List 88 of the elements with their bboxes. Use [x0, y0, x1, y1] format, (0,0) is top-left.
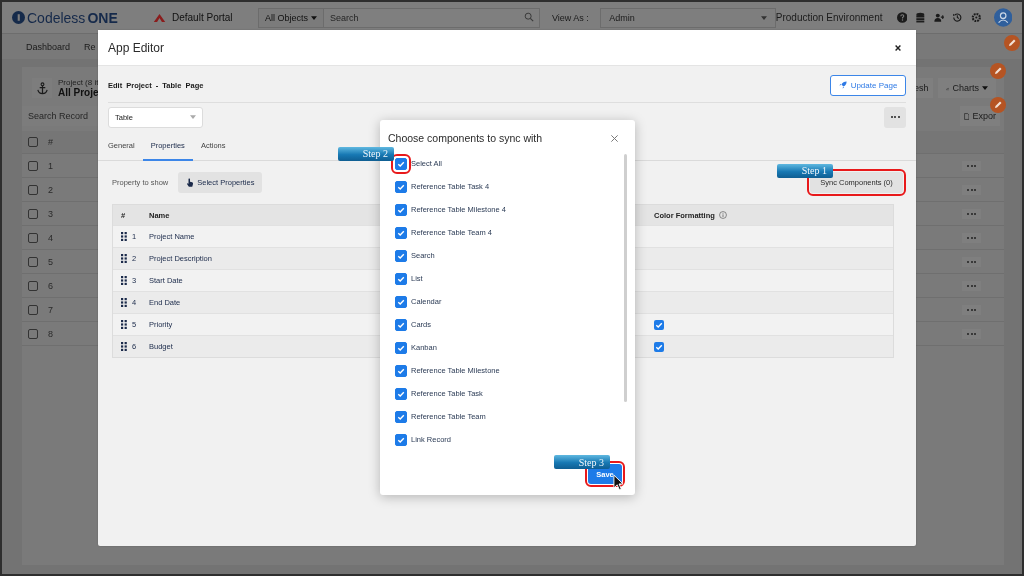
checkbox[interactable]: [395, 272, 407, 285]
drag-handle-icon[interactable]: [121, 276, 127, 285]
more-options-icon[interactable]: [962, 280, 981, 291]
caret-icon: [190, 115, 196, 119]
checkbox[interactable]: [28, 208, 38, 219]
logo-text: Codeless: [27, 9, 86, 26]
checkbox[interactable]: [28, 160, 38, 171]
object-subtitle: Project (8 it: [58, 78, 99, 87]
more-options-icon[interactable]: [962, 184, 981, 195]
history-icon[interactable]: [952, 12, 963, 23]
export-button[interactable]: Expor: [960, 106, 1000, 126]
caret-icon: [760, 15, 767, 20]
row-number: 6: [48, 280, 53, 291]
dialog-title: App Editor: [108, 40, 165, 55]
checkbox[interactable]: [395, 433, 407, 446]
edit-badge-icon[interactable]: [990, 97, 1006, 113]
checkbox[interactable]: [395, 387, 407, 400]
checkbox[interactable]: [28, 304, 38, 315]
more-options-icon[interactable]: [962, 232, 981, 243]
portal-name[interactable]: Default Portal: [172, 12, 258, 23]
logo-icon: [12, 11, 25, 24]
more-options-icon[interactable]: [962, 256, 981, 267]
column-header: #: [48, 137, 53, 147]
checkbox[interactable]: [395, 364, 407, 377]
row-number: 8: [48, 328, 53, 339]
checkbox[interactable]: [395, 203, 407, 216]
close-icon[interactable]: [894, 43, 902, 52]
scrollbar[interactable]: [624, 154, 627, 402]
logo-suffix: ONE: [87, 9, 118, 26]
row-number: 2: [48, 184, 53, 195]
page-title: All Proje: [58, 87, 99, 98]
file-icon: [964, 111, 970, 121]
checkbox[interactable]: [395, 341, 407, 354]
add-user-icon[interactable]: [933, 12, 945, 23]
charts-button[interactable]: Charts: [938, 78, 996, 98]
drag-handle-icon[interactable]: [121, 342, 127, 351]
portal-icon: [153, 12, 166, 23]
checkbox[interactable]: [654, 341, 664, 352]
row-number: 1: [48, 160, 53, 171]
more-options-button[interactable]: [884, 106, 906, 128]
update-page-button[interactable]: Update Page: [830, 74, 906, 96]
checkbox[interactable]: [28, 184, 38, 195]
checkbox[interactable]: [28, 232, 38, 243]
more-options-icon[interactable]: [962, 160, 981, 171]
avatar-icon[interactable]: [993, 8, 1012, 27]
rocket-icon: [838, 81, 847, 89]
checkbox[interactable]: [395, 295, 407, 308]
nav-tab[interactable]: Re: [84, 41, 96, 52]
checkbox[interactable]: [28, 328, 38, 339]
search-field[interactable]: Search: [324, 7, 540, 28]
caret-icon: [311, 15, 317, 20]
drag-handle-icon[interactable]: [121, 232, 127, 241]
info-icon[interactable]: [718, 211, 727, 219]
view-as-select[interactable]: Admin: [600, 7, 776, 28]
dialog-title: Choose components to sync with: [388, 132, 543, 144]
more-options-icon[interactable]: [962, 328, 981, 339]
mouse-cursor-icon: [613, 474, 624, 491]
object-filter-dropdown[interactable]: All Objects: [258, 7, 324, 28]
step-callout: Step 1: [777, 163, 833, 178]
checkbox[interactable]: [395, 249, 407, 262]
drag-handle-icon[interactable]: [121, 254, 127, 263]
view-as-label: View As :: [552, 12, 590, 23]
row-number: 4: [48, 232, 53, 243]
edit-badge-icon[interactable]: [990, 63, 1006, 79]
caret-icon: [982, 86, 988, 90]
drag-handle-icon[interactable]: [121, 298, 127, 307]
checkbox[interactable]: [654, 319, 664, 330]
checkbox[interactable]: [395, 226, 407, 239]
checkbox[interactable]: [395, 410, 407, 423]
checkbox[interactable]: [28, 137, 38, 147]
nav-tab[interactable]: Dashboard: [26, 41, 71, 52]
environment-label: Production Environment: [775, 12, 883, 23]
row-number: 3: [48, 208, 53, 219]
database-icon[interactable]: [915, 12, 926, 23]
step-callout: Step 3: [554, 455, 610, 469]
checkbox[interactable]: [28, 256, 38, 267]
more-options-icon[interactable]: [962, 304, 981, 315]
checkbox[interactable]: [28, 280, 38, 291]
search-icon: [524, 11, 534, 22]
row-number: 7: [48, 304, 53, 315]
more-options-icon[interactable]: [962, 208, 981, 219]
checkbox[interactable]: [395, 180, 407, 193]
pointer-hand-icon: [186, 177, 195, 187]
help-icon[interactable]: [896, 12, 908, 23]
settings-icon[interactable]: [971, 12, 982, 23]
checkbox[interactable]: [395, 318, 407, 331]
row-number: 5: [48, 256, 53, 267]
drag-handle-icon[interactable]: [121, 320, 127, 329]
